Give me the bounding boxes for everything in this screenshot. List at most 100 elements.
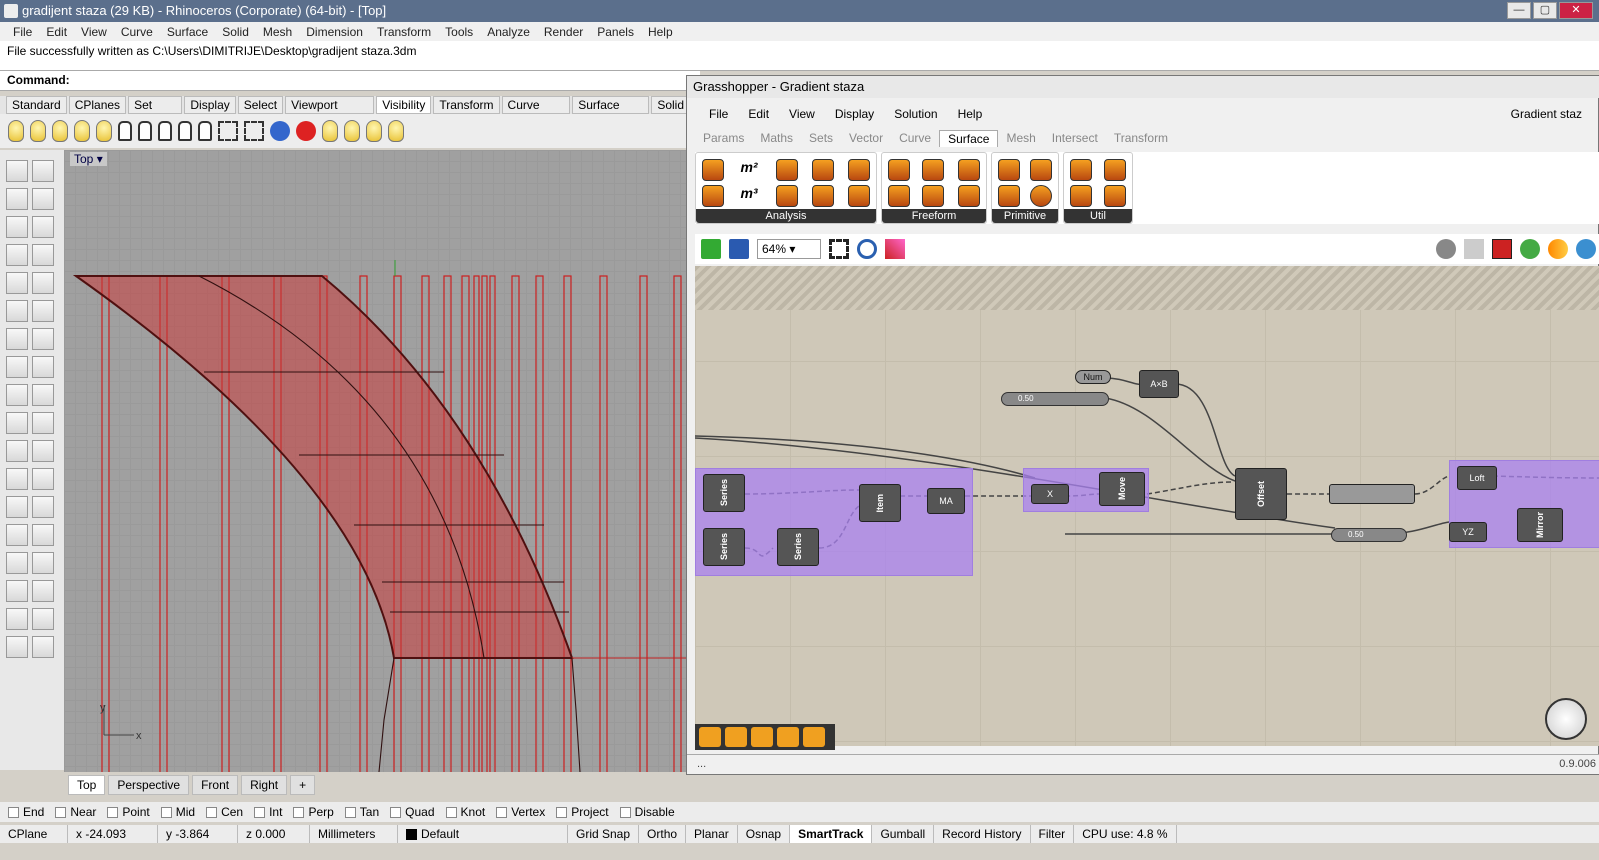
dimension-icon[interactable] [32,524,54,546]
gh-tab-maths[interactable]: Maths [752,130,801,146]
scale-icon[interactable] [32,468,54,490]
check-icon[interactable] [32,608,54,630]
hide-objects-icon[interactable] [30,120,46,142]
text-icon[interactable] [6,496,28,518]
zoom-extents-icon[interactable] [829,239,849,259]
maximize-button[interactable]: ▢ [1533,2,1557,19]
surface-frames-icon[interactable] [1070,185,1092,207]
isotrim-icon[interactable] [1070,159,1092,181]
status-units[interactable]: Millimeters [310,825,398,843]
vp-tab-add[interactable]: + [290,775,316,795]
series-component-1[interactable]: Series [703,474,745,512]
move-component[interactable]: Move [1099,472,1145,506]
gh-tab-vector[interactable]: Vector [841,130,891,146]
status-grid-snap[interactable]: Grid Snap [568,825,640,843]
gh-menu-solution[interactable]: Solution [884,107,947,121]
analyze-icon[interactable] [6,608,28,630]
gh-menu-edit[interactable]: Edit [738,107,779,121]
fillet-icon[interactable] [32,272,54,294]
gh-tab-curve[interactable]: Curve [891,130,939,146]
num-param[interactable]: Num [1075,370,1111,384]
sphere-icon[interactable] [32,328,54,350]
osnap-perp[interactable]: Perp [293,805,334,819]
mesh-icon[interactable] [32,356,54,378]
command-prompt[interactable]: Command: [0,71,700,91]
tab-cplanes[interactable]: CPlanes [68,96,127,114]
tab-display[interactable]: Display [184,96,236,114]
sublayer-show-icon[interactable] [322,120,338,142]
number-slider-2[interactable]: 0.50 [1331,528,1407,542]
points-off-icon[interactable] [244,121,264,141]
yz-plane-component[interactable]: YZ [1449,522,1487,542]
vp-tab-perspective[interactable]: Perspective [108,775,190,795]
loft-icon[interactable] [922,185,944,207]
minimize-button[interactable]: — [1507,2,1531,19]
array-icon[interactable] [6,524,28,546]
brep-topology-icon[interactable] [812,185,834,207]
status-gumball[interactable]: Gumball [872,825,935,843]
layer-show-icon[interactable] [366,120,382,142]
ma-component[interactable]: MA [927,488,965,514]
cull-off-icon[interactable] [296,121,316,141]
material-icon[interactable] [32,636,54,658]
box-props-icon[interactable] [702,159,724,181]
osnap-int[interactable]: Int [254,805,282,819]
curve-icon[interactable] [32,188,54,210]
gh-menu-file[interactable]: File [699,107,738,121]
ruler-icon[interactable] [32,552,54,574]
tab-viewport-layout[interactable]: Viewport Layout [285,96,375,126]
list-item-component[interactable]: Item [859,484,901,522]
gh-doc-name[interactable]: Gradient staz [1501,107,1592,121]
status-ortho[interactable]: Ortho [639,825,687,843]
polygon-icon[interactable] [6,272,28,294]
loft-component[interactable]: Loft [1457,466,1497,490]
osnap-near[interactable]: Near [55,805,96,819]
osnap-disable[interactable]: Disable [619,805,675,819]
preview-settings-icon[interactable] [1576,239,1596,259]
lock-icon[interactable] [118,121,132,141]
number-slider-1[interactable]: 0.50 [1001,392,1109,406]
tab-visibility[interactable]: Visibility [376,96,432,114]
menu-surface[interactable]: Surface [160,25,215,39]
points-on-icon[interactable] [218,121,238,141]
volume-icon[interactable]: m³ [738,185,760,207]
bake-icon[interactable] [777,727,799,747]
tab-select[interactable]: Select [237,96,284,114]
center-box-icon[interactable] [998,159,1020,181]
status-cplane[interactable]: CPlane [0,825,68,843]
tab-transform[interactable]: Transform [433,96,500,114]
menu-tools[interactable]: Tools [438,25,480,39]
menu-render[interactable]: Render [537,25,590,39]
split-icon[interactable] [32,412,54,434]
zoom-dropdown[interactable]: 64% ▾ [757,239,821,259]
osnap-quad[interactable]: Quad [390,805,435,819]
extrude-icon[interactable] [32,300,54,322]
menu-edit[interactable]: Edit [39,25,74,39]
series-component-2[interactable]: Series [703,528,745,566]
sketch-pen-icon[interactable] [885,239,905,259]
block-icon[interactable] [6,552,28,574]
deconstruct-brep-icon[interactable] [848,185,870,207]
box-icon[interactable] [6,328,28,350]
curvature-icon[interactable] [702,185,724,207]
menu-dimension[interactable]: Dimension [299,25,370,39]
status-filter[interactable]: Filter [1031,825,1075,843]
preview-selected-icon[interactable] [1492,239,1512,259]
status-osnap[interactable]: Osnap [738,825,791,843]
unlock-selected-icon[interactable] [178,121,192,141]
explode-icon[interactable] [32,384,54,406]
tab-standard[interactable]: Standard [6,96,67,114]
eval-surface-icon[interactable] [776,159,798,181]
brush-icon[interactable] [751,727,773,747]
series-component-3[interactable]: Series [777,528,819,566]
trim-icon[interactable] [6,412,28,434]
boolean-icon[interactable] [6,384,28,406]
area-icon[interactable]: m² [738,159,760,181]
osnap-tan[interactable]: Tan [344,805,379,819]
document-preview-icon[interactable] [1548,239,1568,259]
gh-menu-display[interactable]: Display [825,107,884,121]
divide-surface-icon[interactable] [1104,159,1126,181]
gh-tab-surface[interactable]: Surface [939,129,999,147]
rail-revolution-icon[interactable] [958,185,980,207]
show-selected-icon[interactable] [52,120,68,142]
